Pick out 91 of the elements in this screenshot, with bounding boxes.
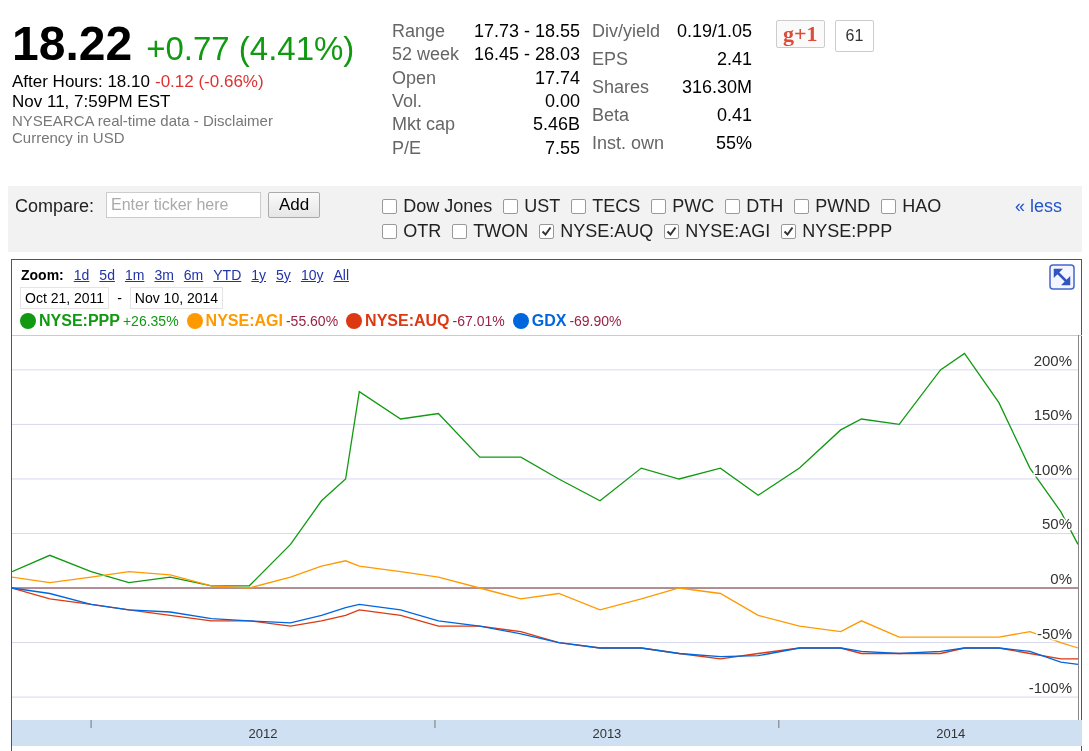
legend-change: -55.60% (285, 313, 339, 329)
less-link[interactable]: « less (1015, 196, 1063, 217)
checkbox[interactable] (651, 199, 667, 214)
zoom-link[interactable]: 3m (154, 267, 174, 283)
after-hours-change: -0.12 (-0.66%) (154, 72, 264, 92)
stat-label: Div/yield (592, 20, 662, 43)
stat-value: 316.30M (680, 76, 752, 99)
ticker-label: DTH (746, 196, 784, 217)
stat-label: Range (392, 20, 447, 43)
ticker-label: NYSE:AUQ (560, 221, 654, 242)
legend-change: -67.01% (452, 313, 505, 329)
zoom-link[interactable]: 5d (99, 267, 115, 283)
stat-value: 2.41 (715, 48, 752, 71)
x-axis-label: 2014 (936, 726, 966, 741)
stock-price: 18.22 (12, 20, 133, 68)
stat-label: 52 week (392, 43, 461, 67)
y-axis-label: 0% (1050, 570, 1072, 588)
zoom-link[interactable]: All (333, 267, 349, 283)
checkbox[interactable] (794, 199, 810, 214)
ticker-label: NYSE:PPP (802, 221, 893, 242)
timestamp: Nov 11, 7:59PM EST (12, 92, 172, 112)
checkbox[interactable] (452, 224, 468, 239)
checkbox[interactable] (664, 224, 680, 239)
ticker-label: TECS (592, 196, 641, 217)
stat-value: 0.41 (715, 104, 752, 127)
legend-name: NYSE:PPP (39, 312, 120, 330)
y-axis-label: 100% (1033, 460, 1072, 478)
y-axis-label: -50% (1036, 624, 1072, 642)
ticker-label: HAO (902, 196, 942, 217)
stat-label: P/E (392, 136, 422, 160)
checkbox[interactable] (539, 224, 555, 239)
legend-name: GDX (531, 312, 567, 330)
y-axis-label: 200% (1033, 351, 1072, 369)
add-button[interactable]: Add (268, 192, 321, 218)
data-source-note: NYSEARCA real-time data - Disclaimer (12, 112, 274, 129)
checkbox[interactable] (571, 199, 587, 214)
end-date-field[interactable]: Nov 10, 2014 (129, 287, 224, 309)
expand-icon[interactable] (1049, 264, 1075, 290)
zoom-link[interactable]: 1m (124, 267, 145, 283)
zoom-label: Zoom: (21, 267, 64, 283)
checkbox[interactable] (503, 199, 519, 214)
ticker-label: Dow Jones (403, 196, 493, 217)
after-hours-price: After Hours: 18.10 (12, 72, 150, 92)
currency-note: Currency in USD (12, 129, 126, 146)
ticker-label: TWON (473, 221, 529, 242)
stat-label: Inst. own (592, 132, 666, 155)
legend-name: NYSE:AUQ (365, 312, 450, 330)
zoom-link[interactable]: 1d (73, 267, 90, 283)
ticker-label: OTR (403, 221, 442, 242)
zoom-link[interactable]: 1y (251, 267, 267, 283)
checkbox[interactable] (781, 224, 797, 239)
stat-value: 7.55 (543, 136, 580, 160)
stat-label: Shares (592, 76, 651, 99)
stat-label: Vol. (392, 90, 424, 113)
compare-label: Compare: (15, 196, 95, 218)
stat-value: 0.00 (543, 90, 580, 113)
stat-value: 17.73 - 18.55 (472, 20, 580, 43)
stat-label: Mkt cap (392, 113, 457, 137)
zoom-link[interactable]: 5y (276, 267, 291, 283)
date-separator: - (117, 290, 122, 306)
ticker-input[interactable]: Enter ticker here (106, 192, 262, 218)
y-axis-label: -100% (1028, 679, 1072, 697)
checkbox[interactable] (725, 199, 741, 214)
ticker-label: PWND (815, 196, 871, 217)
legend-change: +26.35% (122, 313, 179, 329)
checkbox[interactable] (881, 199, 897, 214)
stat-value: 5.46B (531, 113, 580, 137)
y-axis-label: 150% (1033, 406, 1072, 424)
zoom-link[interactable]: 10y (300, 267, 324, 283)
ticker-label: PWC (672, 196, 715, 217)
checkbox[interactable] (382, 199, 398, 214)
share-count: 61 (834, 20, 875, 52)
stat-value: 55% (714, 132, 752, 155)
zoom-link[interactable]: 6m (183, 267, 204, 283)
stat-value: 0.19/1.05 (675, 20, 752, 43)
stat-value: 17.74 (533, 66, 580, 90)
stat-label: Beta (592, 104, 631, 127)
start-date-field[interactable]: Oct 21, 2011 (20, 287, 110, 309)
stat-label: Open (392, 66, 438, 90)
checkbox[interactable] (382, 224, 398, 239)
x-axis-label: 2013 (592, 726, 622, 741)
x-axis-label: 2012 (248, 726, 278, 741)
ticker-label: NYSE:AGI (685, 221, 771, 242)
ticker-label: UST (524, 196, 561, 217)
zoom-link[interactable]: YTD (213, 267, 242, 283)
stat-label: EPS (592, 48, 630, 71)
stat-value: 16.45 - 28.03 (472, 43, 580, 67)
plus-one-button[interactable]: g+1 (776, 20, 825, 48)
legend-name: NYSE:AGI (205, 312, 283, 330)
legend-change: -69.90% (569, 313, 622, 329)
price-change: +0.77 (4.41%) (146, 30, 355, 68)
